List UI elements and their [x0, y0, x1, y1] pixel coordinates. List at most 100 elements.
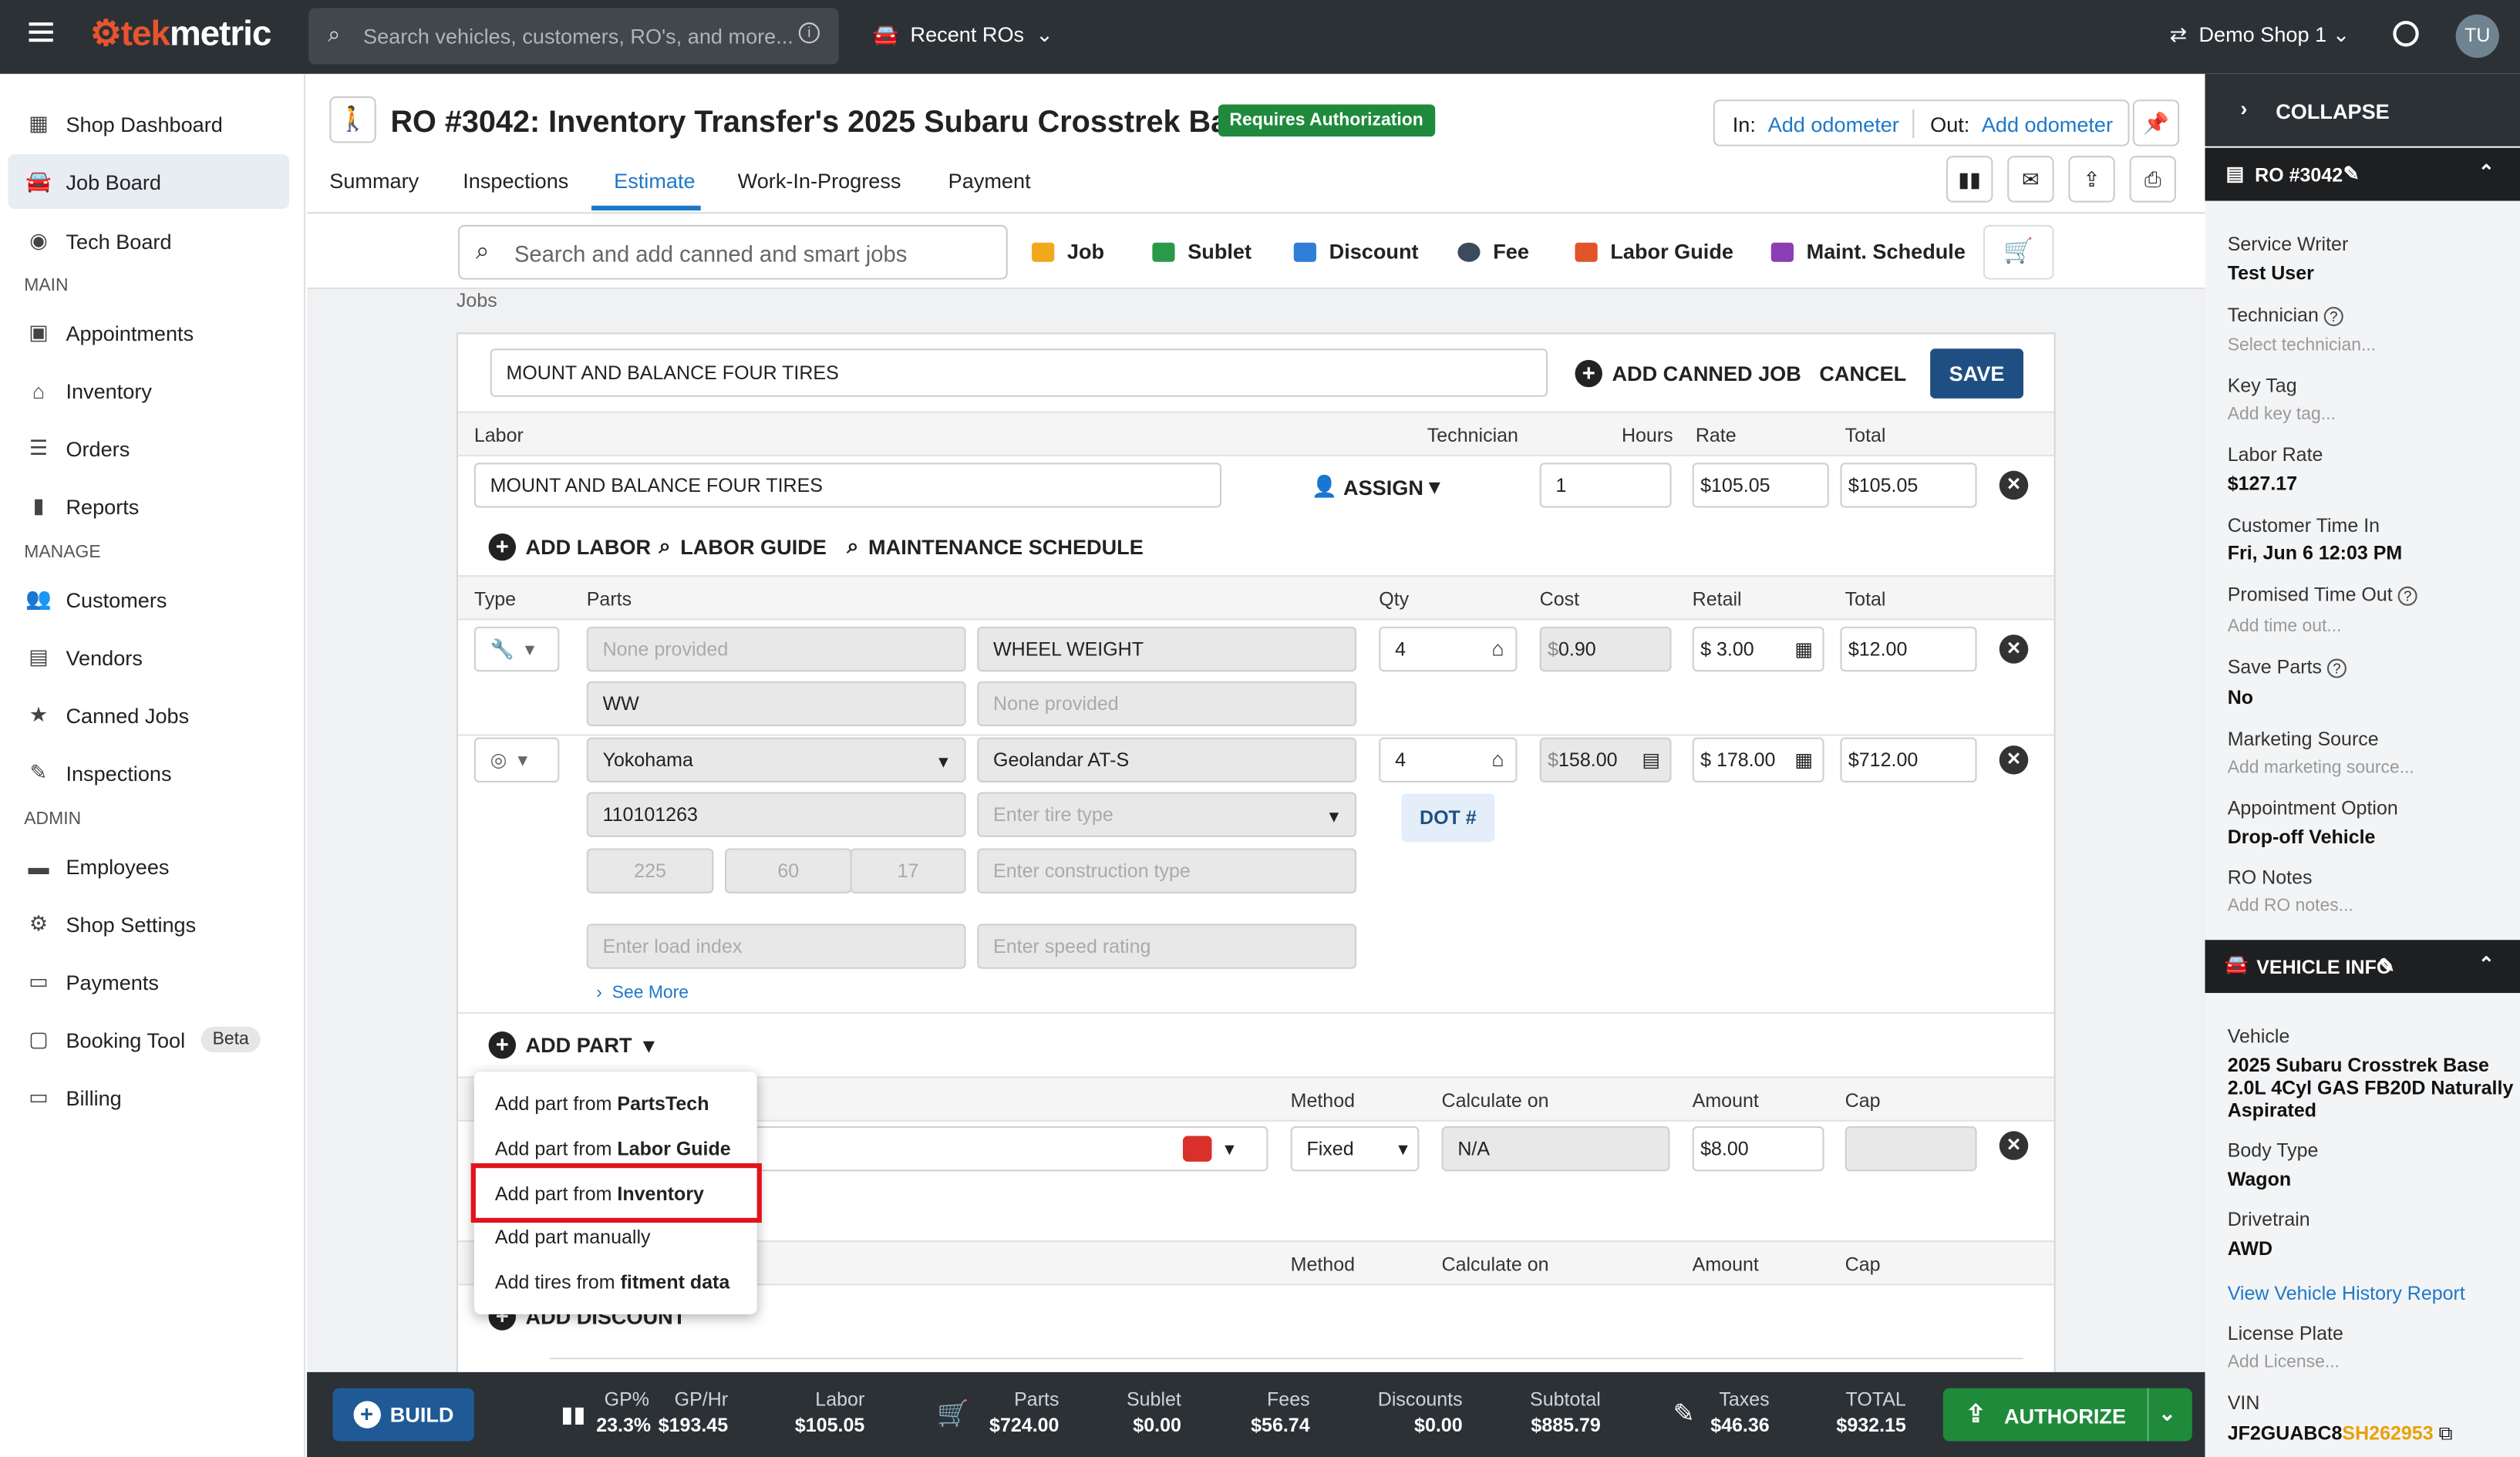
part-type-select[interactable]: ◎ ▾	[473, 737, 560, 783]
authorize-button[interactable]: ⇪ AUTHORIZE ⌄	[1942, 1388, 2192, 1442]
calculator-icon[interactable]: ▦	[1794, 749, 1813, 771]
hamburger-menu-icon[interactable]	[29, 22, 53, 26]
dot-button[interactable]: DOT #	[1401, 793, 1495, 843]
assign-technician-button[interactable]: 👤 ASSIGN ▾	[1312, 474, 1440, 500]
hours-input[interactable]: 1	[1539, 463, 1672, 508]
recent-ros-dropdown[interactable]: 🚘 Recent ROs ⌄	[873, 22, 1053, 48]
ro-section-header[interactable]: ▤ RO #3042 ✎ ⌃	[2205, 147, 2520, 201]
sidebar-item-inventory[interactable]: ⌂ Inventory	[8, 363, 289, 418]
retail-input[interactable]: $ 178.00 ▦	[1692, 737, 1824, 783]
menu-item-partstech[interactable]: Add part from PartsTech	[495, 1092, 709, 1115]
tire-rim-input[interactable]: 17	[850, 848, 966, 893]
sidebar-item-billing[interactable]: ▭ Billing	[8, 1070, 289, 1125]
build-button[interactable]: + BUILD	[332, 1388, 474, 1442]
app-logo[interactable]: ⚙tekmetric	[90, 13, 272, 55]
sidebar-item-customers[interactable]: 👥 Customers	[8, 572, 289, 627]
fee-method-select[interactable]: Fixed ▾	[1290, 1126, 1420, 1172]
chevron-up-icon[interactable]: ⌃	[2478, 953, 2495, 975]
share-icon[interactable]: ⇪	[2068, 156, 2115, 203]
tire-width-input[interactable]: 225	[586, 848, 714, 893]
vehicle-history-link[interactable]: View Vehicle History Report	[2228, 1282, 2465, 1304]
pencil-icon[interactable]: ✎	[2343, 163, 2360, 185]
walk-in-icon[interactable]: 🚶	[329, 96, 376, 143]
tab-payment[interactable]: Payment	[948, 169, 1031, 193]
add-canned-job-button[interactable]: + ADD CANNED JOB	[1575, 359, 1801, 388]
menu-item-fitment[interactable]: Add tires from fitment data	[495, 1271, 729, 1294]
cancel-button[interactable]: CANCEL	[1819, 362, 1906, 385]
remove-labor-icon[interactable]: ✕	[1999, 470, 2029, 500]
tire-type-select[interactable]: Enter tire type ▾	[977, 792, 1357, 837]
sidebar-item-shop-settings[interactable]: ⚙ Shop Settings	[8, 897, 289, 951]
promised-time-placeholder[interactable]: Add time out...	[2228, 617, 2342, 636]
clock-icon[interactable]	[2393, 21, 2419, 47]
labor-guide-button[interactable]: Labor Guide	[1575, 240, 1733, 264]
retail-input[interactable]: $ 3.00 ▦	[1692, 626, 1824, 672]
sidebar-item-vendors[interactable]: ▤ Vendors	[8, 630, 289, 685]
vehicle-info-header[interactable]: 🚘 VEHICLE INFO ✎ ⌃	[2205, 940, 2520, 994]
fee-cap-input[interactable]	[1845, 1126, 1977, 1172]
cart-icon[interactable]: 🛒	[1983, 224, 2054, 280]
bar-chart-icon[interactable]: ▮▮	[561, 1401, 585, 1428]
speed-rating-input[interactable]: Enter speed rating	[977, 924, 1357, 969]
help-icon[interactable]: ?	[2327, 658, 2347, 678]
add-job-button[interactable]: Job	[1032, 240, 1104, 264]
message-icon[interactable]: ✉	[2007, 156, 2054, 203]
sidebar-item-tech-board[interactable]: ◉ Tech Board	[8, 214, 289, 268]
chart-icon[interactable]: ▮▮	[1946, 156, 1993, 203]
sidebar-item-appointments[interactable]: ▣ Appointments	[8, 305, 289, 360]
pencil-icon[interactable]: ✎	[1673, 1398, 1695, 1430]
marketing-source-placeholder[interactable]: Add marketing source...	[2228, 759, 2414, 778]
tire-part-number-input[interactable]: 110101263	[586, 792, 966, 837]
job-name-input[interactable]: MOUNT AND BALANCE FOUR TIRES	[490, 348, 1548, 397]
key-tag-placeholder[interactable]: Add key tag...	[2228, 405, 2336, 424]
save-parts-value[interactable]: No	[2228, 686, 2253, 708]
sidebar-item-inspections[interactable]: ✎ Inspections	[8, 745, 289, 800]
warehouse-icon[interactable]: ⌂	[1491, 636, 1504, 660]
qty-input[interactable]: 4 ⌂	[1379, 626, 1518, 672]
sidebar-item-shop-dashboard[interactable]: ▦ Shop Dashboard	[8, 96, 289, 151]
save-button[interactable]: SAVE	[1930, 348, 2024, 399]
add-fee-button[interactable]: Fee	[1457, 240, 1529, 264]
part-description-input[interactable]: None provided	[977, 681, 1357, 727]
calculator-icon[interactable]: ▦	[1794, 638, 1813, 660]
fee-amount-input[interactable]: $8.00	[1692, 1126, 1824, 1172]
shop-switcher[interactable]: ⇄ Demo Shop 1 ⌄	[2170, 22, 2350, 48]
info-icon[interactable]: i	[798, 22, 820, 44]
tab-estimate[interactable]: Estimate	[614, 169, 695, 193]
cost-input[interactable]: $0.90	[1539, 626, 1672, 672]
sidebar-item-employees[interactable]: ▬ Employees	[8, 839, 289, 893]
user-avatar[interactable]: TU	[2455, 14, 2499, 59]
qty-input[interactable]: 4 ⌂	[1379, 737, 1518, 783]
menu-item-labor-guide[interactable]: Add part from Labor Guide	[495, 1138, 731, 1160]
tire-model-input[interactable]: Geolandar AT-S	[977, 737, 1357, 783]
technician-placeholder[interactable]: Select technician...	[2228, 336, 2376, 355]
list-icon[interactable]: ▤	[1642, 749, 1660, 771]
maintenance-schedule-link[interactable]: ⌕ MAINTENANCE SCHEDULE	[847, 533, 1143, 559]
pin-icon[interactable]: 📌	[2132, 99, 2180, 146]
tab-inspections[interactable]: Inspections	[463, 169, 568, 193]
part-total-input[interactable]: $12.00	[1840, 626, 1977, 672]
labor-description-input[interactable]: MOUNT AND BALANCE FOUR TIRES	[473, 463, 1221, 508]
sidebar-item-orders[interactable]: ☰ Orders	[8, 421, 289, 476]
rate-input[interactable]: $105.05	[1692, 463, 1829, 508]
sidebar-item-job-board[interactable]: 🚘 Job Board	[8, 154, 290, 209]
collapse-bar[interactable]: › COLLAPSE	[2205, 73, 2520, 146]
construction-type-input[interactable]: Enter construction type	[977, 848, 1357, 893]
sidebar-item-payments[interactable]: ▭ Payments	[8, 954, 289, 1009]
maint-schedule-button[interactable]: Maint. Schedule	[1770, 240, 1966, 264]
tire-brand-select[interactable]: Yokohama ▾	[586, 737, 966, 783]
tire-aspect-ratio-input[interactable]: 60	[724, 848, 852, 893]
labor-guide-link[interactable]: ⌕ LABOR GUIDE	[659, 533, 827, 559]
odometer-out-link[interactable]: Add odometer	[1982, 113, 2113, 136]
help-icon[interactable]: ?	[2397, 586, 2417, 606]
fee-calculate-on-input[interactable]: N/A	[1441, 1126, 1670, 1172]
help-icon[interactable]: ?	[2323, 307, 2343, 327]
see-more-link[interactable]: › See More	[596, 984, 689, 1003]
part-number-input[interactable]: WW	[586, 681, 966, 727]
service-writer-value[interactable]: Test User	[2228, 262, 2314, 284]
add-discount-button[interactable]: Discount	[1293, 240, 1419, 264]
print-icon[interactable]: ⎙	[2129, 156, 2177, 203]
sidebar-item-reports[interactable]: ▮ Reports	[8, 479, 289, 533]
cost-input[interactable]: $158.00 ▤	[1539, 737, 1672, 783]
warehouse-icon[interactable]: ⌂	[1491, 747, 1504, 771]
